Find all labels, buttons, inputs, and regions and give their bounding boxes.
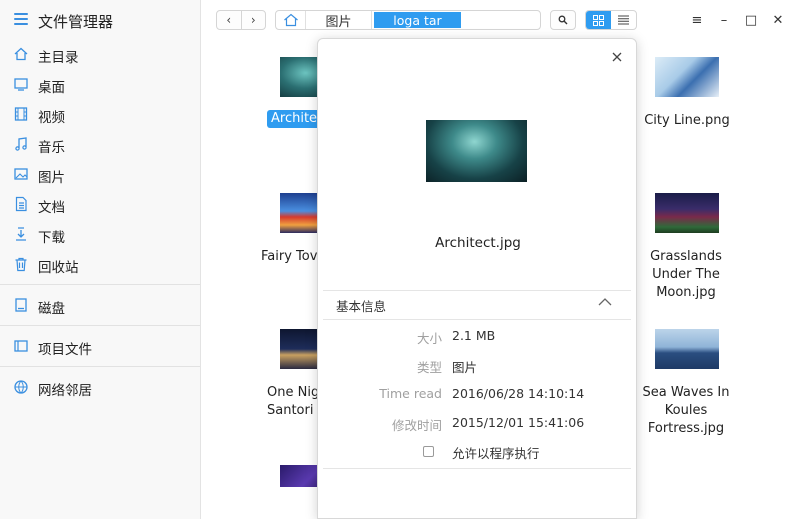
divider — [323, 319, 631, 320]
sidebar-divider — [0, 366, 200, 367]
sidebar-item-label: 下载 — [38, 230, 65, 246]
sidebar-item-label: 音乐 — [38, 140, 65, 156]
info-row-type: 类型 图片 — [318, 357, 638, 377]
sidebar-item-music[interactable]: 音乐 — [0, 130, 200, 158]
window-menu-button[interactable]: ≡ — [687, 10, 707, 30]
breadcrumb-home[interactable] — [276, 11, 306, 29]
sidebar-item-label: 磁盘 — [38, 301, 65, 317]
file-name-line: Moon.jpg — [656, 285, 716, 300]
info-key: 类型 — [416, 360, 442, 375]
sidebar-item-documents[interactable]: 文档 — [0, 190, 200, 218]
file-thumbnail-grasslands[interactable] — [655, 193, 719, 233]
navigation-buttons: ‹ › — [216, 10, 266, 30]
music-icon — [15, 137, 27, 151]
info-row-modified: 修改时间 2015/12/01 15:41:06 — [318, 415, 638, 435]
executable-checkbox-label: 允许以程序执行 — [452, 446, 540, 461]
info-key: 修改时间 — [391, 418, 442, 433]
home-icon — [14, 47, 28, 61]
search-button[interactable] — [550, 10, 576, 30]
grid-icon — [593, 14, 604, 26]
app-title: 文件管理器 — [38, 13, 114, 31]
divider — [323, 468, 631, 469]
sidebar-item-downloads[interactable]: 下载 — [0, 220, 200, 248]
divider — [323, 290, 631, 291]
dialog-file-name: Architect.jpg — [435, 235, 521, 251]
sidebar-item-disk[interactable]: 磁盘 — [0, 291, 200, 319]
sidebar-item-label: 视频 — [38, 110, 65, 126]
sidebar-item-label: 项目文件 — [38, 342, 92, 358]
sidebar-item-pictures[interactable]: 图片 — [0, 160, 200, 188]
network-icon — [14, 380, 28, 394]
forward-button[interactable]: › — [240, 11, 266, 29]
sidebar-item-trash[interactable]: 回收站 — [0, 250, 200, 278]
home-icon — [283, 13, 298, 27]
hamburger-icon[interactable] — [14, 13, 28, 25]
file-name-line: Sea Waves In — [642, 385, 730, 400]
sidebar-item-label: 文档 — [38, 200, 65, 216]
info-row-size: 大小 2.1 MB — [318, 328, 638, 348]
file-name-line: Grasslands — [650, 249, 722, 264]
disk-icon — [15, 298, 27, 312]
document-icon — [15, 196, 27, 212]
sidebar-item-desktop[interactable]: 桌面 — [0, 70, 200, 98]
picture-icon — [14, 168, 28, 180]
sidebar-item-label: 图片 — [38, 170, 65, 186]
sidebar-item-label: 桌面 — [38, 80, 65, 96]
file-name-grasslands[interactable]: Grasslands Under The Moon.jpg — [631, 248, 741, 302]
sidebar-item-project-files[interactable]: 项目文件 — [0, 332, 200, 360]
file-preview-image — [426, 120, 527, 182]
close-button[interactable]: ✕ — [768, 10, 788, 30]
section-title-basic-info[interactable]: 基本信息 — [336, 296, 386, 315]
file-name-sea-waves[interactable]: Sea Waves In Koules Fortress.jpg — [631, 384, 741, 438]
file-name-line: Under The — [652, 267, 720, 282]
back-button[interactable]: ‹ — [217, 11, 241, 29]
info-key: Time read — [379, 386, 442, 401]
sidebar-divider — [0, 325, 200, 326]
sidebar-item-label: 主目录 — [38, 50, 79, 66]
search-icon — [558, 15, 568, 25]
download-icon — [16, 227, 26, 241]
video-icon — [14, 107, 28, 121]
minimize-button[interactable]: – — [714, 10, 734, 30]
project-icon — [14, 340, 28, 352]
info-value: 2015/12/01 15:41:06 — [452, 415, 585, 430]
file-name-line: Koules — [664, 403, 708, 418]
sidebar-divider — [0, 284, 200, 285]
sidebar-item-label: 网络邻居 — [38, 383, 92, 399]
info-key: 大小 — [416, 331, 442, 346]
file-thumbnail-city-line[interactable] — [655, 57, 719, 97]
info-value: 2016/06/28 14:10:14 — [452, 386, 585, 401]
list-icon — [618, 15, 629, 25]
list-view-button[interactable] — [611, 11, 636, 29]
sidebar-item-network[interactable]: 网络邻居 — [0, 373, 200, 401]
close-icon[interactable] — [610, 50, 624, 64]
file-properties-dialog: Architect.jpg 基本信息 大小 2.1 MB 类型 图片 Time … — [317, 38, 637, 519]
toolbar: ‹ › 图片 loga tar ≡ – □ ✕ — [201, 0, 800, 40]
maximize-button[interactable]: □ — [741, 10, 761, 30]
breadcrumb: 图片 loga tar — [275, 10, 541, 30]
sidebar-item-home[interactable]: 主目录 — [0, 40, 200, 68]
chevron-up-icon[interactable] — [598, 297, 612, 307]
file-name-city-line[interactable]: City Line.png — [631, 112, 743, 130]
view-mode-switch — [585, 10, 637, 30]
info-row-time-read: Time read 2016/06/28 14:10:14 — [318, 386, 638, 406]
breadcrumb-pictures[interactable]: 图片 — [306, 11, 372, 29]
sidebar: 文件管理器 主目录 桌面 视频 音乐 图片 文档 下载 回收站 磁盘 项目文件 — [0, 0, 201, 519]
desktop-icon — [14, 78, 28, 91]
icon-view-button[interactable] — [586, 11, 611, 29]
trash-icon — [15, 257, 27, 272]
app-header: 文件管理器 — [0, 0, 201, 40]
info-value: 图片 — [452, 360, 478, 375]
executable-checkbox[interactable] — [423, 446, 434, 457]
sidebar-item-label: 回收站 — [38, 260, 79, 276]
sidebar-item-video[interactable]: 视频 — [0, 100, 200, 128]
file-name-line: Fortress.jpg — [647, 421, 725, 436]
path-input[interactable]: loga tar — [374, 12, 461, 28]
file-thumbnail-sea-waves[interactable] — [655, 329, 719, 369]
info-value: 2.1 MB — [452, 328, 496, 343]
